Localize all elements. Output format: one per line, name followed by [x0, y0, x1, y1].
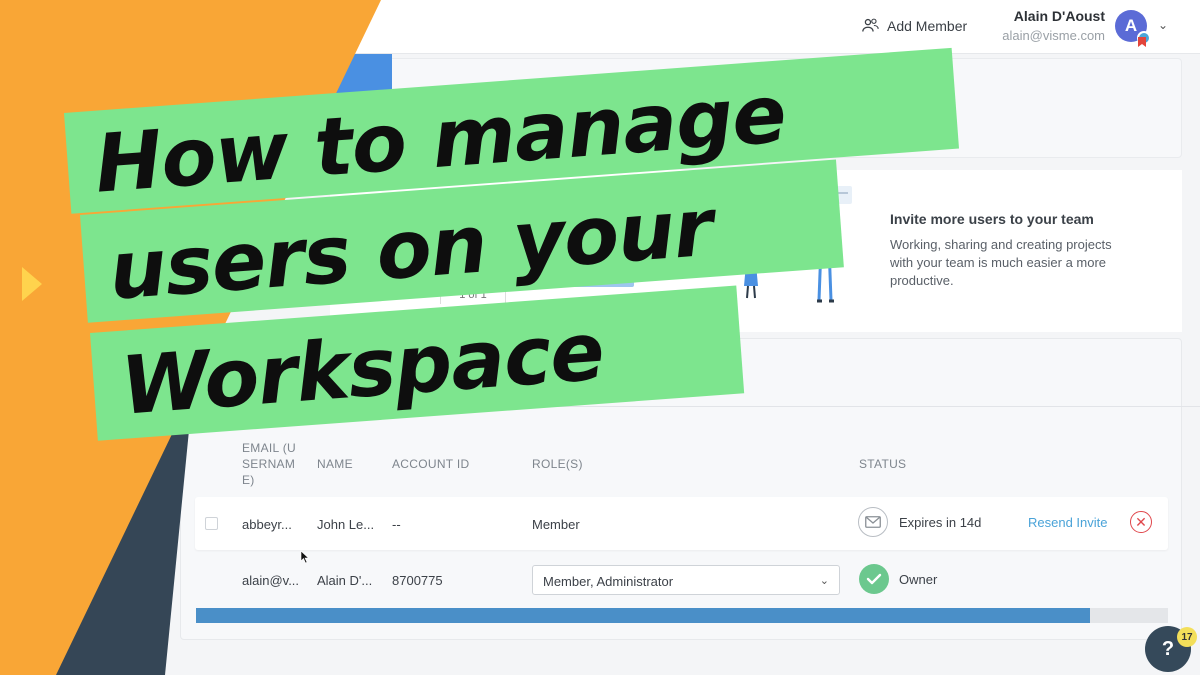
row-checkbox[interactable] — [205, 517, 218, 530]
cell-email: abbeyr... — [242, 517, 292, 532]
envelope-icon — [858, 507, 888, 537]
play-arrow-icon — [22, 267, 42, 301]
notification-badge: 17 — [1177, 627, 1197, 647]
cell-email: alain@v... — [242, 573, 300, 588]
add-users-icon — [862, 18, 879, 32]
role-select-value: Member, Administrator — [543, 574, 674, 589]
column-header-status[interactable]: STATUS — [859, 457, 906, 471]
scrollbar-thumb[interactable] — [196, 608, 1091, 623]
invite-title: Invite more users to your team — [890, 211, 1094, 227]
remove-invite-icon[interactable]: ✕ — [1130, 511, 1152, 533]
cell-account-id: -- — [392, 517, 401, 532]
mouse-cursor-icon — [300, 550, 310, 564]
column-header-email[interactable]: EMAIL (USERNAME) — [242, 440, 302, 488]
check-icon — [859, 564, 889, 594]
help-label: ? — [1161, 637, 1175, 660]
column-header-account-id[interactable]: ACCOUNT ID — [392, 457, 469, 471]
column-header-roles[interactable]: ROLE(S) — [532, 457, 583, 471]
cell-name: John Le... — [317, 517, 375, 532]
avatar-initial: A — [1124, 16, 1138, 35]
chevron-down-icon: ⌄ — [819, 575, 829, 587]
resend-invite-link[interactable]: Resend Invite — [1028, 515, 1108, 530]
chevron-down-icon[interactable]: ⌄ — [1158, 18, 1168, 32]
cell-account-id: 8700775 — [392, 573, 443, 588]
user-name: Alain D'Aoust — [1013, 8, 1105, 24]
active-tab[interactable] — [320, 54, 392, 94]
scrollbar-track[interactable] — [196, 608, 1168, 623]
add-member-button[interactable]: Add Member — [862, 17, 967, 34]
cell-name: Alain D'... — [317, 573, 373, 588]
user-email: alain@visme.com — [1002, 28, 1105, 43]
column-header-name[interactable]: NAME — [317, 457, 353, 471]
role-select[interactable]: Member, Administrator ⌄ — [532, 565, 840, 595]
invite-description: Working, sharing and creating projects w… — [890, 237, 1112, 288]
add-member-label: Add Member — [887, 17, 968, 34]
cell-status: Owner — [899, 572, 938, 587]
cell-role: Member — [532, 517, 580, 532]
navy-shape — [0, 420, 190, 675]
cell-status: Expires in 14d — [899, 515, 982, 530]
